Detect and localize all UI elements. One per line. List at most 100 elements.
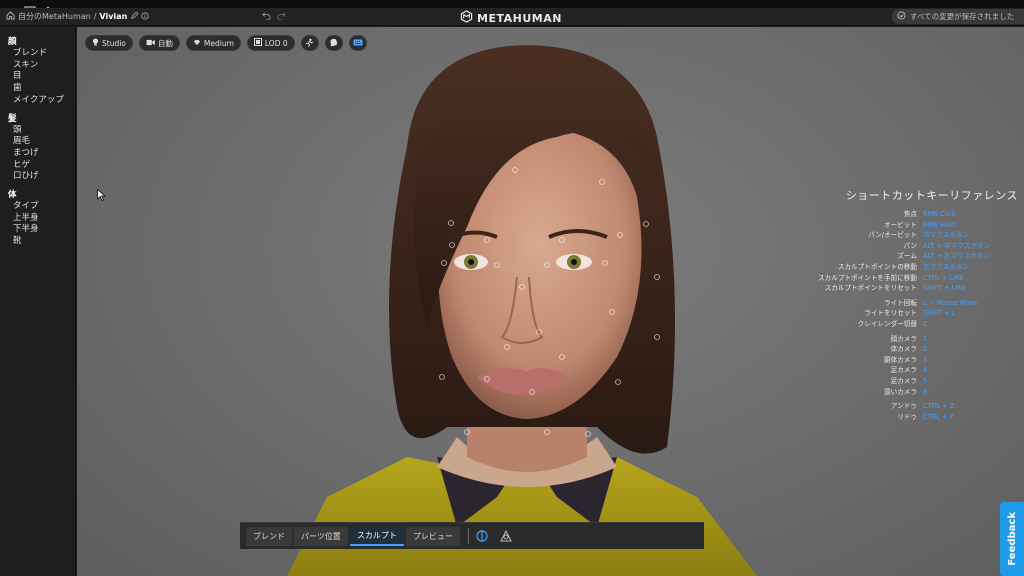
breadcrumb-root[interactable]: 自分のMetaHuman: [18, 11, 91, 22]
shortcut-row: パン/オービット 中マウスボタン: [758, 230, 1018, 241]
info-icon[interactable]: [141, 11, 149, 22]
section-title: 体: [8, 190, 17, 201]
save-status-text: すべての変更が保存されました: [910, 12, 1015, 21]
sidebar-item-eyebrows[interactable]: 眉毛: [8, 136, 75, 148]
lod-button[interactable]: LOD 0: [246, 35, 295, 51]
display-toggle-button[interactable]: [348, 35, 367, 51]
mouse-cursor-icon: [97, 186, 107, 205]
sidebar-item-eyelashes[interactable]: まつげ: [8, 148, 75, 160]
window-title-strip: [0, 0, 1024, 16]
shortcut-row: クレイレンダー切替 C: [758, 319, 1018, 330]
shortcut-label: 体カメラ: [890, 345, 917, 354]
top-bar: 自分のMetaHuman / Vivian METAHUMAN すべての変更が保…: [0, 8, 1024, 26]
3d-viewport[interactable]: Studio 自動 Medium LOD 0 ショートカットキーリファレンス 焦…: [77, 27, 1024, 576]
shortcut-row: ズーム ALT + 右マウスボタン: [758, 251, 1018, 262]
shortcut-row: パン ALT + 中マウスボタン: [758, 241, 1018, 252]
edit-name-icon[interactable]: [130, 10, 139, 22]
symmetry-icon[interactable]: [475, 528, 491, 544]
quality-label: Medium: [203, 38, 234, 48]
shortcut-row: 遠いカメラ 6: [758, 387, 1018, 398]
pose-button[interactable]: [300, 35, 319, 51]
shortcut-label: パン: [903, 241, 917, 250]
sidebar-section-body: 体 タイプ 上半身 下半身 靴: [8, 190, 75, 248]
shortcut-row: スカルプトポイントを手前に移動 CTRL + LMB: [758, 273, 1018, 284]
section-title: 顔: [8, 37, 17, 47]
sidebar-item-mustache[interactable]: 口ひげ: [8, 171, 75, 183]
diamond-icon: [193, 39, 201, 48]
viewport-toolbar: Studio 自動 Medium LOD 0: [85, 35, 367, 51]
shortcut-key: ALT + 右マウスボタン: [923, 252, 991, 261]
shortcut-key: C: [923, 319, 928, 328]
shortcut-key: ALT + 中マウスボタン: [923, 241, 991, 250]
redo-icon[interactable]: [277, 11, 286, 23]
shortcut-key: 2: [923, 345, 928, 354]
video-camera-icon: [146, 39, 155, 48]
sidebar-item-eyes[interactable]: 目: [8, 71, 75, 83]
sidebar-item-teeth[interactable]: 歯: [8, 83, 75, 95]
sidebar-item-skin[interactable]: スキン: [8, 60, 75, 72]
feedback-button[interactable]: Feedback: [1000, 502, 1024, 576]
sidebar-section-hair: 髪 頭 眉毛 まつげ ヒゲ 口ひげ: [8, 114, 75, 184]
sidebar-item-makeup[interactable]: メイクアップ: [8, 95, 75, 107]
lod-label: LOD 0: [264, 38, 288, 48]
shortcut-label: 足カメラ: [890, 366, 917, 375]
shortcut-title: ショートカットキーリファレンス: [845, 189, 1018, 202]
check-circle-icon: [897, 11, 906, 22]
shortcut-label: ズーム: [897, 252, 917, 261]
sidebar-item-beard[interactable]: ヒゲ: [8, 160, 75, 172]
shortcut-label: スカルプトポイントをリセット: [824, 284, 917, 293]
head-sculpt-icon[interactable]: [499, 528, 515, 544]
shortcut-row: アンドゥ CTRL + Z: [758, 401, 1018, 412]
bottom-mode-bar: ブレンド パーツ位置 スカルプト プレビュー: [240, 522, 704, 549]
sidebar-item-shoes[interactable]: 靴: [8, 236, 75, 248]
home-icon[interactable]: [6, 11, 15, 22]
shortcut-row: 顔カメラ 1: [758, 334, 1018, 345]
feedback-label: Feedback: [1006, 512, 1018, 566]
tab-move-parts[interactable]: パーツ位置: [294, 526, 348, 546]
undo-icon[interactable]: [262, 11, 271, 23]
shortcut-label: クレイレンダー切替: [857, 319, 917, 328]
app-window: 自分のMetaHuman / Vivian METAHUMAN すべての変更が保…: [0, 0, 1024, 576]
tab-preview[interactable]: プレビュー: [405, 526, 460, 546]
shortcut-row: ライトをリセット SHIFT + L: [758, 308, 1018, 319]
sidebar-item-head[interactable]: 頭: [8, 125, 75, 137]
section-title: 髪: [8, 113, 17, 124]
shortcut-key: CTRL + LMB: [923, 273, 964, 282]
shortcut-key: RMB Hold: [923, 220, 955, 229]
breadcrumb-current: Vivian: [99, 12, 128, 21]
tab-sculpt[interactable]: スカルプト: [349, 526, 404, 546]
quality-button[interactable]: Medium: [185, 35, 241, 51]
head-profile-icon: [329, 38, 338, 49]
shortcut-label: スカルプトポイントを手前に移動: [818, 273, 917, 282]
logo-text: METAHUMAN: [477, 11, 562, 25]
sidebar-section-face: 顔 ブレンド スキン 目 歯 メイクアップ: [8, 37, 75, 107]
shortcut-row: スカルプトポイントをリセット SHIFT + LMB: [758, 283, 1018, 294]
metahuman-logo-icon: [460, 10, 473, 26]
shortcut-label: 足カメラ: [890, 376, 917, 385]
breadcrumb: 自分のMetaHuman / Vivian: [6, 10, 149, 22]
sidebar-item-blend[interactable]: ブレンド: [8, 48, 75, 60]
shortcut-key: SHIFT + L: [923, 309, 956, 318]
shortcut-key: CTRL + Y: [923, 412, 954, 421]
shortcut-label: ライト回転: [884, 298, 917, 307]
shortcut-key: SHIFT + LMB: [923, 284, 966, 293]
head-view-button[interactable]: [324, 35, 343, 51]
sidebar-item-upper-body[interactable]: 上半身: [8, 213, 75, 225]
sidebar-item-lower-body[interactable]: 下半身: [8, 224, 75, 236]
sidebar: 顔 ブレンド スキン 目 歯 メイクアップ 髪 頭 眉毛 まつげ ヒゲ 口ひげ …: [0, 27, 76, 576]
shortcut-row: 足カメラ 5: [758, 376, 1018, 387]
shortcut-row: 足カメラ 4: [758, 365, 1018, 376]
shortcut-row: 胴体カメラ 3: [758, 355, 1018, 366]
shortcut-label: アンドゥ: [890, 402, 917, 411]
save-status-badge: すべての変更が保存されました: [892, 9, 1024, 24]
camera-button[interactable]: 自動: [138, 35, 180, 51]
shortcut-label: リドゥ: [897, 412, 917, 421]
shortcut-row: リドゥ CTRL + Y: [758, 412, 1018, 423]
lighting-label: Studio: [102, 38, 126, 48]
shortcut-row: 体カメラ 2: [758, 344, 1018, 355]
shortcut-label: オービット: [884, 220, 917, 229]
lighting-button[interactable]: Studio: [85, 35, 133, 51]
lod-icon: [253, 38, 262, 48]
tab-blend[interactable]: ブレンド: [246, 526, 292, 546]
sidebar-item-type[interactable]: タイプ: [8, 201, 75, 213]
